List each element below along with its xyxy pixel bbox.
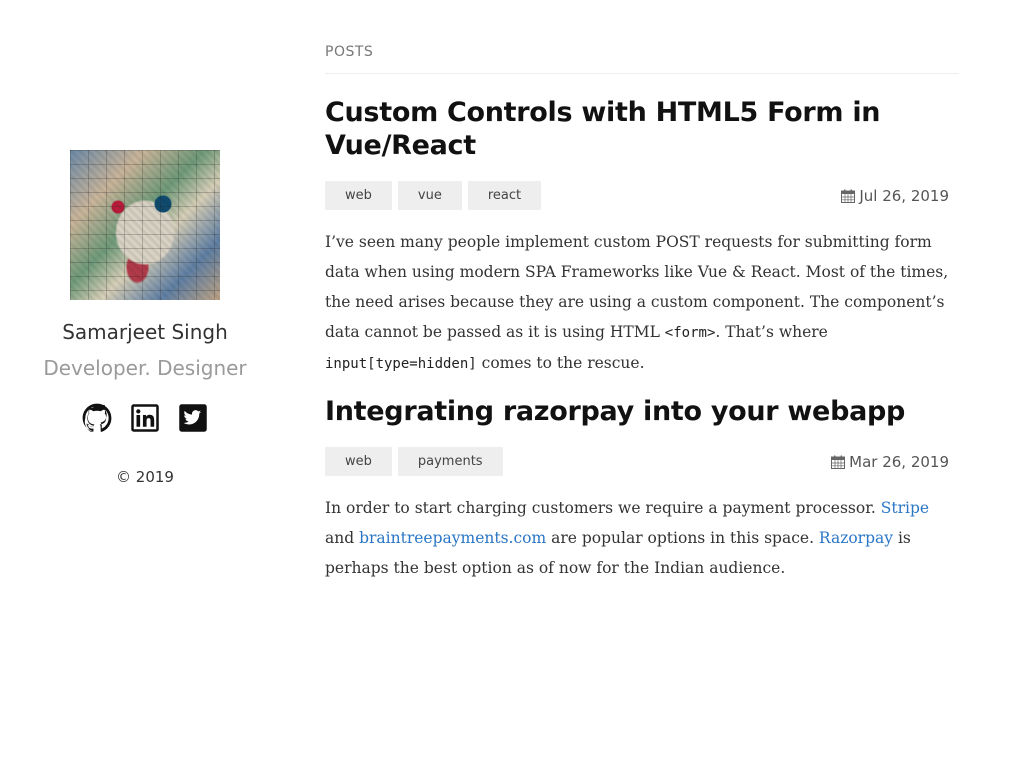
post-item: Integrating razorpay into your webapp we… xyxy=(325,395,959,583)
tag-vue[interactable]: vue xyxy=(397,181,462,210)
razorpay-link[interactable]: Razorpay xyxy=(819,529,893,547)
post-meta: web vue react Jul 26, 2019 xyxy=(325,181,959,211)
excerpt-text: are popular options in this space. xyxy=(546,529,819,547)
post-date-text: Mar 26, 2019 xyxy=(849,453,949,471)
sidebar: Samarjeet Singh Developer. Designer © 20… xyxy=(0,0,290,768)
post-title-link[interactable]: Integrating razorpay into your webapp xyxy=(325,396,905,427)
stripe-link[interactable]: Stripe xyxy=(881,499,929,517)
copyright: © 2019 xyxy=(116,468,174,486)
calendar-icon xyxy=(841,189,856,203)
braintree-link[interactable]: braintreepayments.com xyxy=(359,529,546,547)
github-icon xyxy=(82,403,112,433)
tag-web[interactable]: web xyxy=(325,181,392,210)
excerpt-text: . That’s where xyxy=(715,323,828,341)
calendar-icon xyxy=(831,455,846,469)
excerpt-text: I’ve seen many people implement custom P… xyxy=(325,233,949,341)
excerpt-text: comes to the rescue. xyxy=(476,354,645,372)
author-tagline: Developer. Designer xyxy=(43,356,247,380)
post-title: Custom Controls with HTML5 Form in Vue/R… xyxy=(325,96,959,162)
twitter-icon xyxy=(179,404,207,432)
linkedin-link[interactable] xyxy=(130,403,160,433)
inline-code: <form> xyxy=(664,325,716,341)
post-date: Jul 26, 2019 xyxy=(841,187,949,205)
post-excerpt: I’ve seen many people implement custom P… xyxy=(325,227,959,379)
post-date-text: Jul 26, 2019 xyxy=(859,187,949,205)
divider xyxy=(325,73,959,74)
tag-web[interactable]: web xyxy=(325,447,392,476)
author-name: Samarjeet Singh xyxy=(62,320,228,344)
twitter-link[interactable] xyxy=(178,403,208,433)
tag-payments[interactable]: payments xyxy=(397,447,503,476)
post-date: Mar 26, 2019 xyxy=(831,453,949,471)
post-item: Custom Controls with HTML5 Form in Vue/R… xyxy=(325,96,959,379)
social-links xyxy=(0,403,290,433)
section-label: POSTS xyxy=(325,44,374,60)
github-link[interactable] xyxy=(82,403,112,433)
linkedin-icon xyxy=(131,404,159,432)
excerpt-text: In order to start charging customers we … xyxy=(325,499,881,517)
avatar xyxy=(70,150,220,300)
tag-react[interactable]: react xyxy=(467,181,542,210)
excerpt-text: and xyxy=(325,529,360,547)
inline-code: input[type=hidden] xyxy=(325,356,477,372)
post-title: Integrating razorpay into your webapp xyxy=(325,395,959,428)
post-excerpt: In order to start charging customers we … xyxy=(325,493,959,583)
post-title-link[interactable]: Custom Controls with HTML5 Form in Vue/R… xyxy=(325,97,881,161)
post-meta: web payments Mar 26, 2019 xyxy=(325,447,959,477)
